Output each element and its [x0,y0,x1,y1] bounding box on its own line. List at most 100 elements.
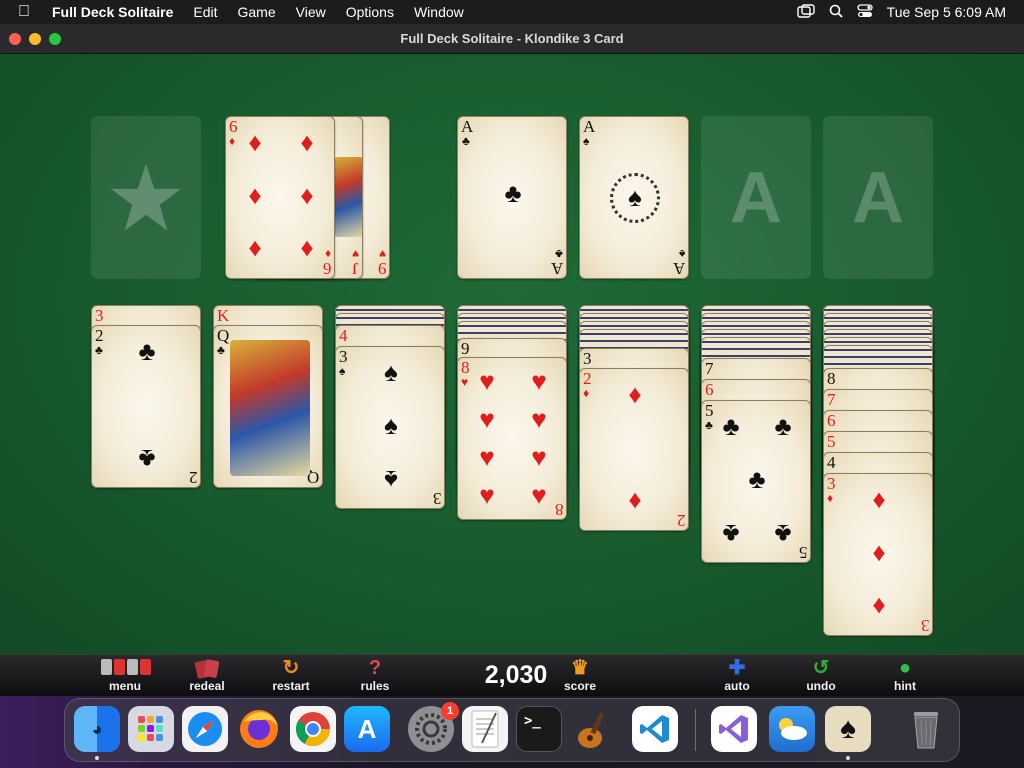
apple-menu-icon[interactable]:  [18,3,36,21]
minimize-window-button[interactable] [29,33,41,45]
club-pip-icon: ♣ [774,411,792,441]
diamond-pip-icon: ♦ [300,235,314,265]
tableau-card[interactable]: 5 ♣ 5 ♣ ♣ ♣ ♣ ♣ [701,400,811,563]
close-window-button[interactable] [9,33,21,45]
spade-pip-icon: ♠ [384,410,398,440]
weather-icon[interactable] [769,706,815,752]
menu-cards-icon [90,657,160,679]
tableau-card[interactable]: 3 ♠ 3 ♠ ♠ ♠ [335,346,445,509]
auto-button[interactable]: ✚ auto [702,657,772,693]
card-rank-bottom: 6 [322,259,332,278]
heart-pip-icon: ♥ [479,366,495,396]
safari-icon[interactable] [182,706,228,752]
foundation-clubs[interactable]: A ♣ A ♣ ♣ [457,116,567,279]
auto-label: auto [724,679,750,693]
card-suit: ♣ [705,418,713,432]
card-rank: 4 [827,453,836,472]
firefox-icon[interactable] [236,706,282,752]
menu-view[interactable]: View [296,4,326,20]
score-label: score [563,679,597,693]
diamond-pip-icon: ♦ [300,127,314,157]
card-rank: 2 [583,369,592,388]
spade-pip-icon: ♠ [628,182,642,212]
card-rank: 6 [229,117,238,136]
undo-button[interactable]: ↺ undo [786,657,856,693]
puzzle-icon: ✚ [728,657,746,679]
heart-pip-icon: ♥ [479,442,495,472]
redeal-icon [172,657,242,679]
foundation-empty[interactable]: A [701,116,811,279]
card-suit-bottom: ♥ [378,247,386,261]
clock[interactable]: Tue Sep 5 6:09 AM [887,4,1006,20]
diamond-pip-icon: ♦ [628,379,642,409]
restart-button[interactable]: ↻ restart [256,657,326,693]
waste-top-card[interactable]: 6 ♦ 6 ♦ ♦ ♦ ♦ ♦ ♦ ♦ [225,116,335,279]
notification-badge: 1 [441,702,459,720]
foundation-letter: A [730,157,782,238]
tableau-card[interactable]: 8 ♥ 8 ♥ ♥ ♥ ♥ ♥ ♥ ♥ ♥ [457,357,567,520]
crown-icon: ♛ [571,657,589,679]
card-rank: 3 [339,347,348,366]
garageband-icon[interactable] [570,706,616,752]
window-title: Full Deck Solitaire - Klondike 3 Card [400,31,624,46]
menu-label: menu [108,679,141,693]
restart-icon: ↻ [282,657,300,679]
question-icon: ? [368,657,382,679]
card-suit-bottom: ♠ [678,247,685,261]
card-rank: 6 [705,380,714,399]
spade-pip-icon: ♠ [384,357,398,387]
solitaire-icon[interactable]: ♠ [825,706,871,752]
stock-pile[interactable] [91,116,201,279]
zoom-window-button[interactable] [49,33,61,45]
tableau-card[interactable]: 2 ♣ 2 ♣ ♣ [91,325,201,488]
card-rank-bottom: 2 [676,511,686,530]
card-rank-bottom: A [672,259,685,278]
undo-label: undo [806,679,836,693]
running-indicator [846,756,850,760]
diamond-pip-icon: ♦ [872,537,886,567]
menu-edit[interactable]: Edit [193,4,217,20]
visual-studio-icon[interactable] [711,706,757,752]
diamond-pip-icon: ♦ [300,180,314,210]
windows-icon[interactable] [796,3,815,21]
app-store-icon[interactable]: A [344,706,390,752]
textedit-icon[interactable] [462,706,508,752]
card-rank: 3 [95,306,104,325]
card-rank: 8 [461,358,470,377]
lightbulb-icon: ● [898,657,912,679]
menu-game[interactable]: Game [238,4,276,20]
card-suit-bottom: ♦ [324,247,331,261]
chrome-icon[interactable] [290,706,336,752]
control-center-icon[interactable] [857,3,873,21]
tableau-card[interactable]: 3 ♦ 3 ♦ ♦ ♦ [823,473,933,636]
finder-icon[interactable]: ◕ [74,706,120,752]
heart-pip-icon: ♥ [479,480,495,510]
menu-options[interactable]: Options [346,4,394,20]
tableau-card[interactable]: Q ♣ Q [213,325,323,488]
card-rank-bottom: 8 [554,500,564,519]
redeal-button[interactable]: redeal [172,657,242,693]
score-button[interactable]: ♛ score [545,657,615,693]
search-icon[interactable] [829,4,843,21]
settings-icon[interactable]: 1 [408,702,459,752]
hint-button[interactable]: ● hint [870,657,940,693]
menu-window[interactable]: Window [414,4,464,20]
foundation-empty[interactable]: A [823,116,933,279]
card-rank: 3 [583,349,592,368]
foundation-spades[interactable]: A ♠ A ♠ ♠ [579,116,689,279]
rules-button[interactable]: ? rules [340,657,410,693]
vscode-icon[interactable] [632,706,678,752]
card-rank: 8 [827,369,836,388]
menu-app-name[interactable]: Full Deck Solitaire [52,4,173,20]
terminal-icon[interactable]: >_ [516,706,562,752]
queen-face-icon [230,340,310,476]
tableau-card[interactable]: 2 ♦ 2 ♦ ♦ [579,368,689,531]
rules-label: rules [360,679,390,693]
card-rank-bottom: 3 [920,616,930,635]
card-rank-bottom: A [550,259,563,278]
trash-icon[interactable] [903,706,949,752]
menu-button[interactable]: menu [90,657,160,693]
card-suit: ♥ [461,375,469,389]
launchpad-icon[interactable] [128,706,174,752]
card-rank: 4 [339,326,348,345]
